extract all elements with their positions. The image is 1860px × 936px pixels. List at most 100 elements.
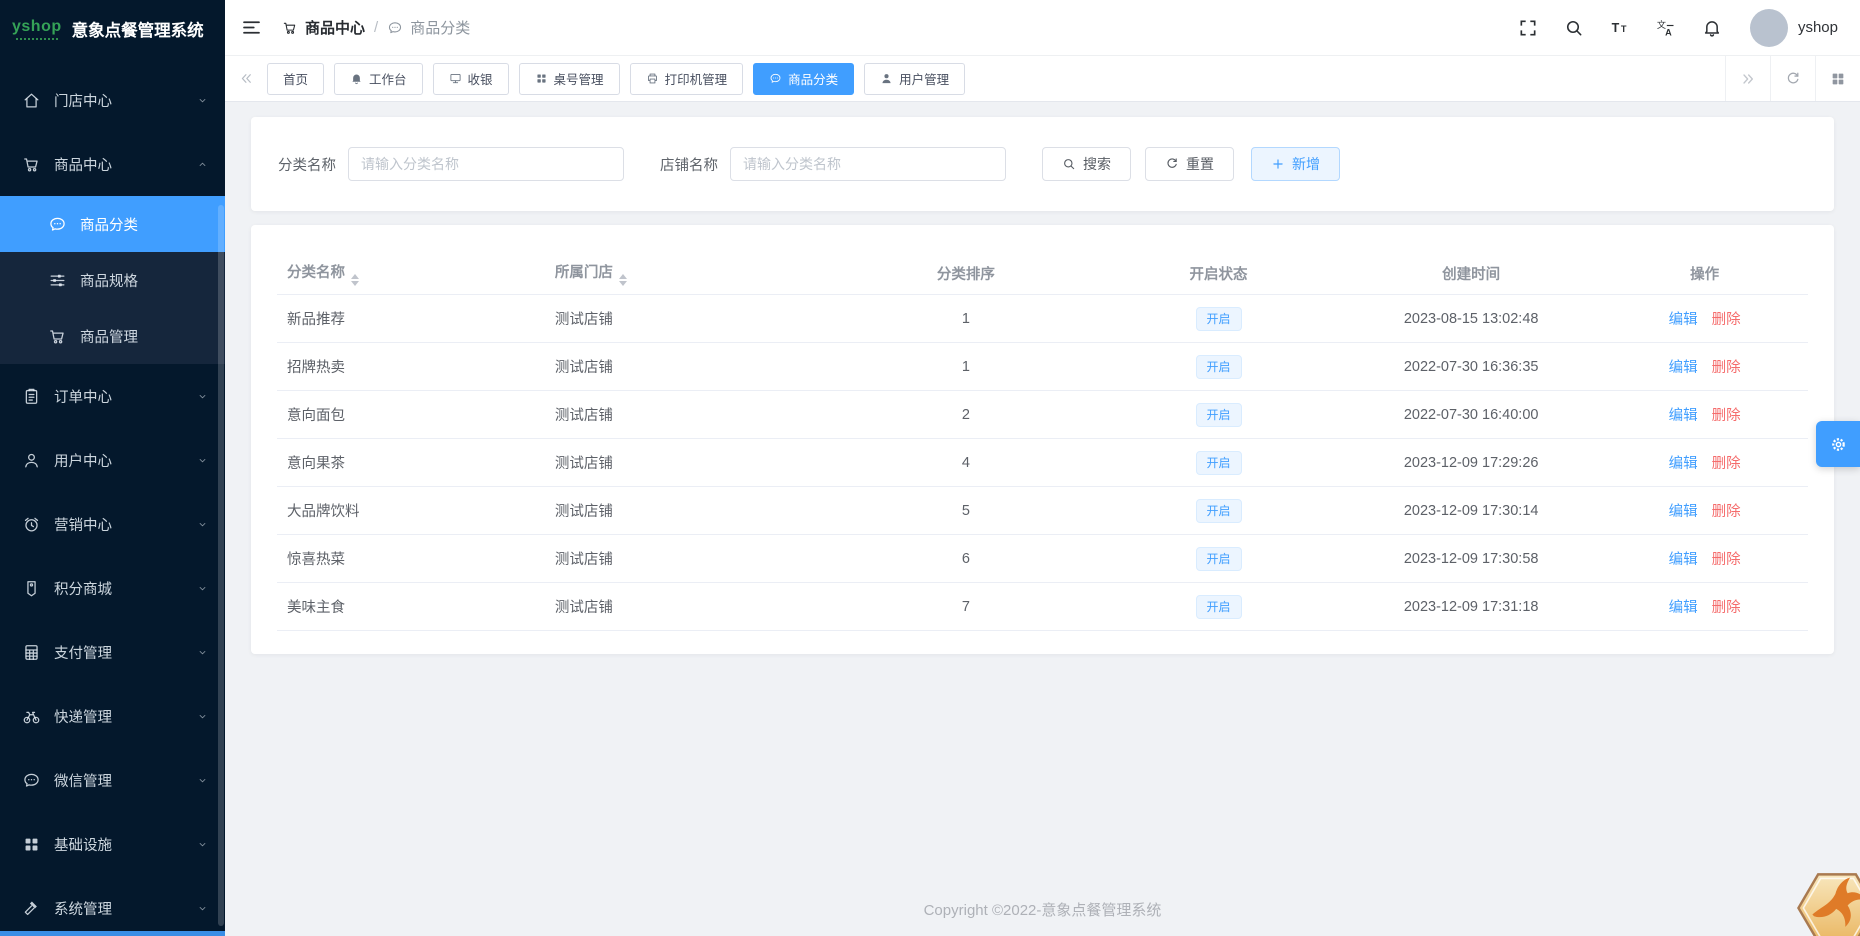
cell-category-name: 惊喜热菜 — [277, 534, 545, 583]
tab-user-manage[interactable]: 用户管理 — [864, 62, 966, 95]
status-badge: 开启 — [1195, 546, 1242, 571]
delete-link[interactable]: 删除 — [1712, 600, 1741, 616]
cell-actions: 编辑 删除 — [1601, 342, 1808, 391]
sidebar-scrollbar[interactable] — [218, 205, 224, 926]
status-badge: 开启 — [1195, 594, 1242, 619]
edit-link[interactable]: 编辑 — [1669, 360, 1698, 376]
avatar — [1749, 8, 1788, 47]
search-button[interactable]: 搜索 — [1042, 147, 1131, 181]
delete-link[interactable]: 删除 — [1712, 360, 1741, 376]
username: yshop — [1797, 19, 1838, 36]
store-name-filter: 店铺名称 — [660, 147, 1006, 181]
edit-link[interactable]: 编辑 — [1669, 504, 1698, 520]
layout-grid-icon — [1830, 71, 1846, 87]
edit-link[interactable]: 编辑 — [1669, 312, 1698, 328]
delete-link[interactable]: 删除 — [1712, 312, 1741, 328]
column-header-1[interactable]: 所属门店 — [544, 252, 836, 295]
sidebar-item-product-spec[interactable]: 商品规格 — [0, 252, 225, 308]
delete-link[interactable]: 删除 — [1712, 504, 1741, 520]
search-icon[interactable] — [1564, 18, 1584, 38]
grid-icon — [22, 835, 41, 854]
column-header-4: 创建时间 — [1341, 252, 1602, 295]
delete-link[interactable]: 删除 — [1712, 456, 1741, 472]
column-header-0[interactable]: 分类名称 — [277, 252, 545, 295]
sidebar-item-product-manage[interactable]: 商品管理 — [0, 308, 225, 364]
cell-created-time: 2022-07-30 16:40:00 — [1341, 390, 1602, 439]
column-header-label: 分类排序 — [936, 266, 995, 283]
font-size-icon[interactable]: TT — [1610, 18, 1630, 38]
status-badge: 开启 — [1195, 354, 1242, 379]
layout-options-button[interactable] — [1815, 56, 1860, 101]
edit-link[interactable]: 编辑 — [1669, 600, 1698, 616]
tab-bar: 首页 工作台 收银 桌号管理 打印机管理 商品分类 用户管理 — [225, 56, 1860, 102]
cell-created-time: 2022-07-30 16:36:35 — [1341, 342, 1602, 391]
sort-desc-icon[interactable] — [618, 280, 627, 286]
edit-link[interactable]: 编辑 — [1669, 456, 1698, 472]
sidebar-item-marketing-center[interactable]: 营销中心 — [0, 492, 225, 556]
chat-bubble-icon — [387, 20, 403, 36]
double-left-icon — [239, 71, 254, 86]
chevron-down-icon — [196, 94, 209, 107]
tab-workbench[interactable]: 工作台 — [334, 62, 423, 95]
sort-asc-icon[interactable] — [351, 273, 359, 279]
cell-actions: 编辑 删除 — [1601, 534, 1808, 583]
main-area: 商品中心 / 商品分类 TT 文A yshop 首页 工作台 收银 桌号管理 打… — [225, 0, 1860, 936]
translate-icon[interactable]: 文A — [1656, 18, 1676, 38]
delete-link[interactable]: 删除 — [1712, 552, 1741, 568]
table-row: 意向果茶 测试店铺 4 开启 2023-12-09 17:29:26 编辑 删除 — [277, 438, 1808, 487]
sort-carets[interactable] — [351, 273, 359, 286]
sidebar-item-product-center[interactable]: 商品中心 — [0, 132, 225, 196]
sidebar-item-wechat-manage[interactable]: 微信管理 — [0, 748, 225, 812]
tab-cashier[interactable]: 收银 — [432, 62, 509, 95]
sidebar-item-user-center[interactable]: 用户中心 — [0, 428, 225, 492]
page-content: 分类名称 店铺名称 搜索 重置 新增 — [225, 102, 1860, 936]
sidebar-item-label: 商品分类 — [80, 217, 138, 234]
breadcrumb-section[interactable]: 商品中心 — [282, 17, 365, 38]
sort-asc-icon[interactable] — [618, 273, 627, 279]
settings-button[interactable] — [1816, 421, 1860, 467]
grid-icon — [535, 72, 548, 85]
collapse-menu-icon[interactable] — [241, 17, 262, 38]
bell-icon[interactable] — [1702, 18, 1722, 38]
tabs-scroll-left-button[interactable] — [225, 56, 267, 101]
sidebar-item-system-manage[interactable]: 系统管理 — [0, 876, 225, 936]
add-button[interactable]: 新增 — [1251, 147, 1340, 181]
cell-created-time: 2023-12-09 17:30:14 — [1341, 486, 1602, 535]
sliders-icon — [48, 271, 67, 290]
search-button-label: 搜索 — [1083, 156, 1111, 172]
delete-link[interactable]: 删除 — [1712, 408, 1741, 424]
status-badge: 开启 — [1195, 450, 1242, 475]
sidebar-item-points-mall[interactable]: 积分商城 — [0, 556, 225, 620]
edit-link[interactable]: 编辑 — [1669, 408, 1698, 424]
column-header-label: 所属门店 — [554, 264, 613, 281]
tabs-scroll-right-button[interactable] — [1725, 56, 1770, 101]
column-header-label: 分类名称 — [287, 264, 345, 281]
sidebar-item-express-manage[interactable]: 快递管理 — [0, 684, 225, 748]
cell-actions: 编辑 删除 — [1601, 486, 1808, 535]
sidebar-item-store-center[interactable]: 门店中心 — [0, 68, 225, 132]
open-tabs: 首页 工作台 收银 桌号管理 打印机管理 商品分类 用户管理 — [267, 62, 1725, 95]
tab-printer-manage[interactable]: 打印机管理 — [629, 62, 744, 95]
cell-store-name: 测试店铺 — [544, 534, 836, 583]
tab-product-category[interactable]: 商品分类 — [753, 62, 855, 95]
column-header-2: 分类排序 — [835, 252, 1097, 295]
cell-store-name: 测试店铺 — [544, 390, 836, 439]
fullscreen-icon[interactable] — [1518, 18, 1538, 38]
user-menu[interactable]: yshop — [1749, 8, 1838, 47]
sidebar-item-payment-manage[interactable]: 支付管理 — [0, 620, 225, 684]
reset-button[interactable]: 重置 — [1145, 147, 1234, 181]
tab-home[interactable]: 首页 — [267, 62, 325, 95]
refresh-tab-button[interactable] — [1770, 56, 1815, 101]
store-name-input[interactable] — [730, 147, 1006, 181]
sort-carets[interactable] — [618, 273, 627, 286]
sidebar-item-product-category[interactable]: 商品分类 — [0, 196, 225, 252]
refresh-icon — [1785, 71, 1801, 87]
category-name-input[interactable] — [348, 147, 624, 181]
edit-link[interactable]: 编辑 — [1669, 552, 1698, 568]
sidebar-item-infrastructure[interactable]: 基础设施 — [0, 812, 225, 876]
tab-table-manage[interactable]: 桌号管理 — [518, 62, 620, 95]
chevron-down-icon — [196, 710, 209, 723]
top-header: 商品中心 / 商品分类 TT 文A yshop — [225, 0, 1860, 56]
sort-desc-icon[interactable] — [351, 280, 359, 286]
sidebar-item-order-center[interactable]: 订单中心 — [0, 364, 225, 428]
